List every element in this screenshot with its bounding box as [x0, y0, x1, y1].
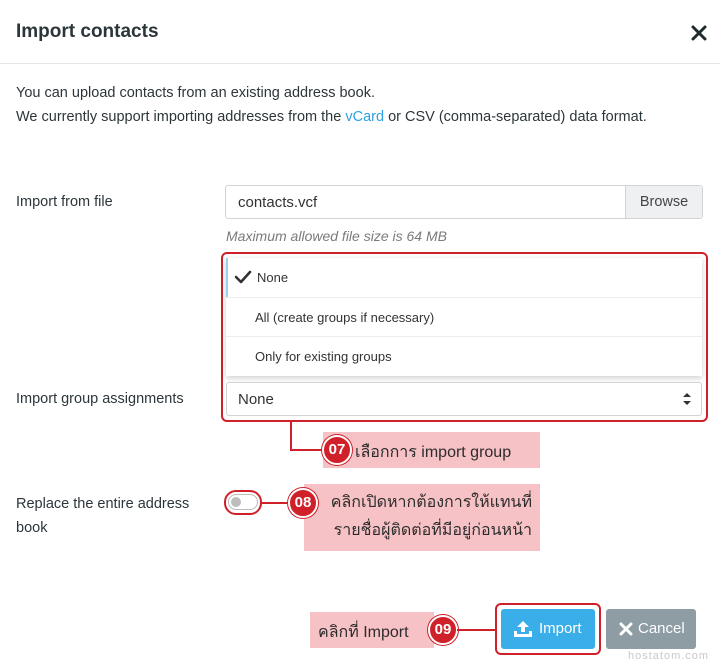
replace-label: Replace the entire address book: [16, 492, 189, 540]
dialog-title: Import contacts: [16, 21, 159, 42]
group-option-label: Only for existing groups: [255, 349, 392, 364]
replace-toggle[interactable]: [228, 494, 258, 510]
cancel-button[interactable]: Cancel: [606, 609, 696, 649]
close-icon[interactable]: [689, 23, 709, 43]
replace-label-line-2: book: [16, 520, 48, 536]
intro-text: You can upload contacts from an existing…: [16, 81, 647, 129]
browse-button[interactable]: Browse: [625, 186, 702, 218]
annotation-07-badge: 07: [322, 435, 352, 465]
file-name: contacts.vcf: [238, 194, 318, 211]
file-label: Import from file: [16, 194, 113, 210]
annotation-08-badge: 08: [288, 488, 318, 518]
import-button-label: Import: [539, 620, 582, 637]
group-option-existing[interactable]: Only for existing groups: [226, 336, 702, 375]
replace-label-line-1: Replace the entire address: [16, 496, 190, 512]
annotation-09-badge: 09: [428, 615, 458, 645]
group-select[interactable]: None: [226, 382, 702, 416]
intro-line-2-start: We currently support importing addresses…: [16, 109, 346, 125]
intro-line-2-end: or CSV (comma-separated) data format.: [384, 109, 647, 125]
group-dropdown-menu: None All (create groups if necessary) On…: [226, 258, 702, 376]
annotation-07-line-v: [290, 421, 292, 450]
group-option-label: None: [257, 270, 289, 285]
group-option-label: All (create groups if necessary): [255, 310, 435, 325]
group-label: Import group assignments: [16, 391, 184, 407]
annotation-07-line-h: [290, 449, 324, 451]
dialog-header: Import contacts: [0, 0, 720, 64]
select-arrows-icon: [683, 393, 691, 405]
watermark: hostatom.com: [628, 650, 710, 662]
annotation-08-line-2: รายชื่อผู้ติดต่อที่มีอยู่ก่อนหน้า: [333, 522, 532, 539]
intro-line-2: We currently support importing addresses…: [16, 105, 647, 129]
intro-line-1: You can upload contacts from an existing…: [16, 85, 375, 101]
annotation-09-note: คลิกที่ Import: [310, 612, 434, 648]
group-option-all[interactable]: All (create groups if necessary): [226, 297, 702, 336]
toggle-knob: [231, 497, 241, 507]
annotation-09-line: [457, 629, 497, 631]
group-select-value: None: [238, 391, 274, 408]
vcard-link[interactable]: vCard: [345, 109, 384, 125]
checkmark-icon: [234, 270, 252, 284]
group-option-none[interactable]: None: [226, 258, 702, 297]
cancel-button-label: Cancel: [638, 620, 685, 637]
close-icon: [619, 622, 633, 636]
file-size-hint: Maximum allowed file size is 64 MB: [226, 228, 447, 244]
upload-icon: [514, 621, 532, 637]
file-input[interactable]: contacts.vcf Browse: [225, 185, 703, 219]
annotation-08-line-1: คลิกเปิดหากต้องการให้แทนที่: [330, 494, 532, 511]
annotation-08-line: [261, 502, 291, 504]
annotation-07-note: เลือกการ import group: [323, 432, 540, 468]
import-button[interactable]: Import: [501, 609, 595, 649]
annotation-08-note: คลิกเปิดหากต้องการให้แทนที่ รายชื่อผู้ติ…: [304, 484, 540, 551]
